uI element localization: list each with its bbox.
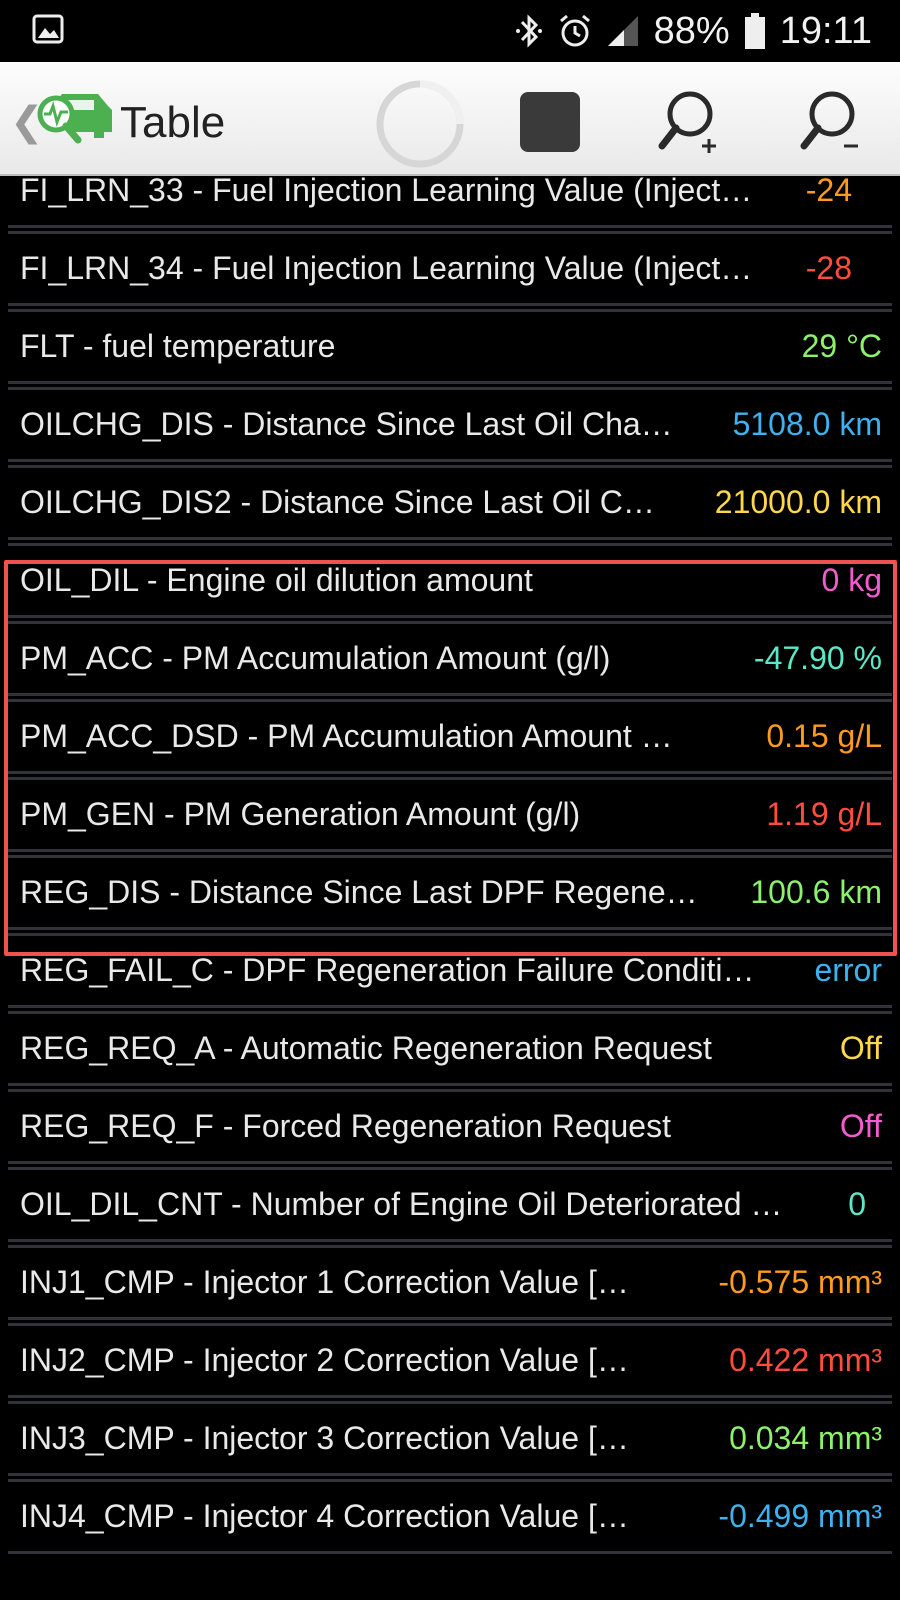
row-label: REG_REQ_F - Forced Regeneration Request (20, 1108, 671, 1144)
row-label: INJ3_CMP - Injector 3 Correction Value [… (20, 1420, 629, 1456)
signal-icon (606, 14, 640, 48)
table-row[interactable]: OIL_DIL - Engine oil dilution amount 0 k… (8, 543, 892, 618)
clock-time: 19:11 (779, 9, 872, 52)
page-title: Table (120, 98, 226, 147)
row-value: 29 °C (801, 328, 882, 364)
table-row[interactable]: REG_FAIL_C - DPF Regeneration Failure Co… (8, 933, 892, 1008)
row-label: FLT - fuel temperature (20, 328, 336, 364)
table-row[interactable]: INJ2_CMP - Injector 2 Correction Value [… (8, 1323, 892, 1398)
zoom-in-icon[interactable] (656, 88, 726, 163)
row-label: PM_GEN - PM Generation Amount (g/l) (20, 796, 581, 832)
row-value: 1.19 g/L (766, 796, 882, 832)
row-value: 0 (848, 1186, 866, 1222)
table-row[interactable]: REG_DIS - Distance Since Last DPF Regene… (8, 855, 892, 930)
row-label: PM_ACC - PM Accumulation Amount (g/l) (20, 640, 611, 676)
row-label: OILCHG_DIS2 - Distance Since Last Oil C… (20, 484, 655, 520)
battery-icon (744, 12, 766, 50)
table-row[interactable]: INJ4_CMP - Injector 4 Correction Value [… (8, 1479, 892, 1554)
row-value: 0.422 mm³ (729, 1342, 882, 1378)
table-row[interactable]: OILCHG_DIS - Distance Since Last Oil Cha… (8, 387, 892, 462)
row-value: Off (839, 1108, 882, 1144)
row-label: FI_LRN_34 - Fuel Injection Learning Valu… (20, 250, 753, 286)
table-row[interactable]: INJ3_CMP - Injector 3 Correction Value [… (8, 1401, 892, 1476)
table-row[interactable]: REG_REQ_A - Automatic Regeneration Reque… (8, 1011, 892, 1086)
table-row[interactable]: OIL_DIL_CNT - Number of Engine Oil Deter… (8, 1167, 892, 1242)
table-row[interactable]: PM_ACC - PM Accumulation Amount (g/l) -4… (8, 621, 892, 696)
row-value: 0.15 g/L (766, 718, 882, 754)
table-row[interactable]: FI_LRN_34 - Fuel Injection Learning Valu… (8, 231, 892, 306)
row-label: INJ4_CMP - Injector 4 Correction Value [… (20, 1498, 629, 1534)
table-row[interactable]: INJ1_CMP - Injector 1 Correction Value [… (8, 1245, 892, 1320)
row-label: INJ1_CMP - Injector 1 Correction Value [… (20, 1264, 629, 1300)
row-value: 100.6 km (750, 874, 882, 910)
table-row[interactable]: FLT - fuel temperature 29 °C (8, 309, 892, 384)
row-value: error (814, 952, 882, 988)
row-value: -47.90 % (753, 640, 882, 676)
zoom-out-icon[interactable] (798, 88, 868, 163)
loading-spinner-icon (372, 76, 468, 177)
row-label: OIL_DIL_CNT - Number of Engine Oil Deter… (20, 1186, 783, 1222)
row-value: 0 kg (821, 562, 882, 598)
app-bar: ❮ Table (0, 62, 900, 176)
row-label: REG_FAIL_C - DPF Regeneration Failure Co… (20, 952, 755, 988)
stop-button[interactable] (520, 92, 580, 152)
alarm-icon (558, 13, 592, 49)
row-value: 5108.0 km (732, 406, 882, 442)
row-label: REG_REQ_A - Automatic Regeneration Reque… (20, 1030, 712, 1066)
table-row[interactable]: OILCHG_DIS2 - Distance Since Last Oil C…… (8, 465, 892, 540)
sensor-table[interactable]: FI_LRN_33 - Fuel Injection Learning Valu… (0, 176, 900, 1600)
row-label: PM_ACC_DSD - PM Accumulation Amount … (20, 718, 673, 754)
row-value: -0.575 mm³ (718, 1264, 882, 1300)
table-row[interactable]: PM_ACC_DSD - PM Accumulation Amount … 0.… (8, 699, 892, 774)
table-row[interactable]: REG_REQ_F - Forced Regeneration Request … (8, 1089, 892, 1164)
row-value: -0.499 mm³ (718, 1498, 882, 1534)
row-value: -28 (805, 250, 852, 286)
row-label: INJ2_CMP - Injector 2 Correction Value [… (20, 1342, 629, 1378)
app-logo-car-icon[interactable] (28, 90, 114, 155)
row-value: Off (839, 1030, 882, 1066)
row-label: OIL_DIL - Engine oil dilution amount (20, 562, 533, 598)
table-row[interactable]: PM_GEN - PM Generation Amount (g/l) 1.19… (8, 777, 892, 852)
status-bar: 88% 19:11 (0, 0, 900, 62)
row-label: FI_LRN_33 - Fuel Injection Learning Valu… (20, 176, 753, 208)
row-label: OILCHG_DIS - Distance Since Last Oil Cha… (20, 406, 673, 442)
row-value: 0.034 mm³ (729, 1420, 882, 1456)
row-label: REG_DIS - Distance Since Last DPF Regene… (20, 874, 698, 910)
battery-percent: 88% (653, 9, 730, 52)
row-value: -24 (805, 176, 852, 208)
bluetooth-icon (514, 13, 544, 49)
row-value: 21000.0 km (714, 484, 882, 520)
gallery-notification-icon (32, 13, 64, 50)
table-row[interactable]: FI_LRN_33 - Fuel Injection Learning Valu… (8, 176, 892, 228)
